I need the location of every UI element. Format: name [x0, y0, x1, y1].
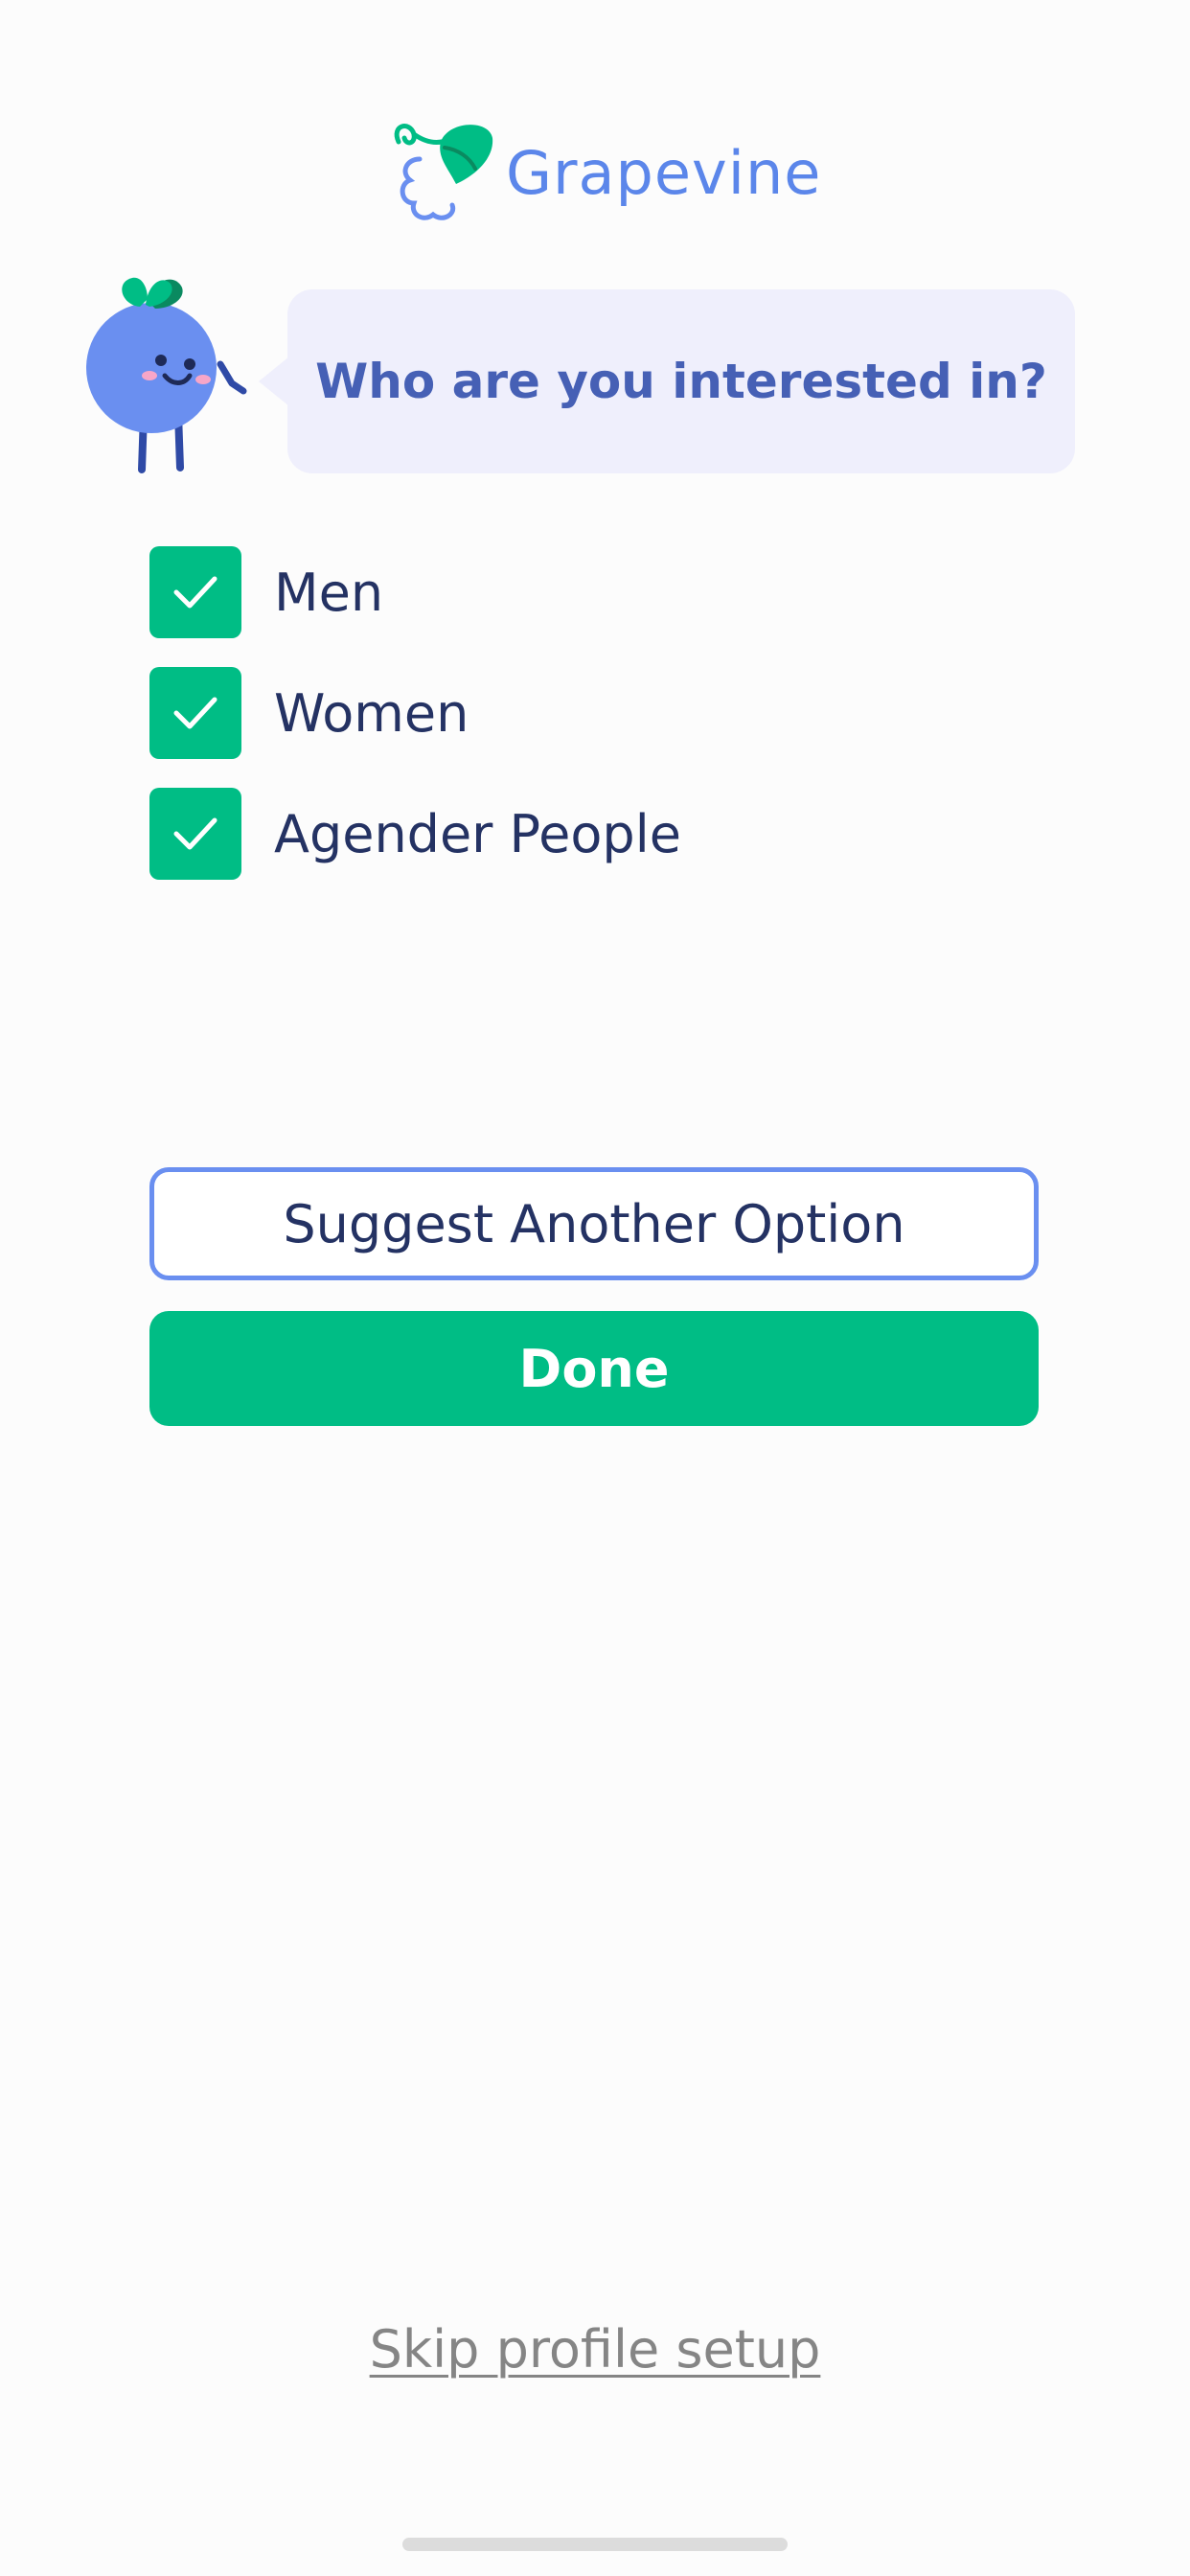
checkbox-agender-people[interactable] [149, 788, 241, 880]
blueberry-mascot-icon [86, 277, 247, 473]
skip-profile-setup-link[interactable]: Skip profile setup [0, 2319, 1190, 2380]
bubble-tail [259, 356, 289, 406]
checkmark-icon [173, 697, 217, 729]
checkmark-icon [173, 576, 217, 609]
option-men[interactable]: Men [149, 546, 383, 638]
suggest-another-option-button[interactable]: Suggest Another Option [149, 1167, 1039, 1280]
app-logo-text: Grapevine [506, 137, 822, 208]
checkmark-icon [173, 817, 217, 850]
question-bubble: Who are you interested in? [259, 289, 1075, 473]
checkbox-men[interactable] [149, 546, 241, 638]
option-label: Women [274, 682, 469, 744]
option-label: Agender People [274, 803, 681, 864]
home-indicator[interactable] [402, 2538, 788, 2551]
option-label: Men [274, 562, 384, 623]
done-button[interactable]: Done [149, 1311, 1039, 1426]
option-women[interactable]: Women [149, 667, 469, 759]
grape-leaf-icon [394, 124, 493, 220]
question-text: Who are you interested in? [315, 354, 1047, 409]
app-logo: Grapevine [381, 115, 821, 230]
checkbox-women[interactable] [149, 667, 241, 759]
option-agender-people[interactable]: Agender People [149, 788, 681, 880]
